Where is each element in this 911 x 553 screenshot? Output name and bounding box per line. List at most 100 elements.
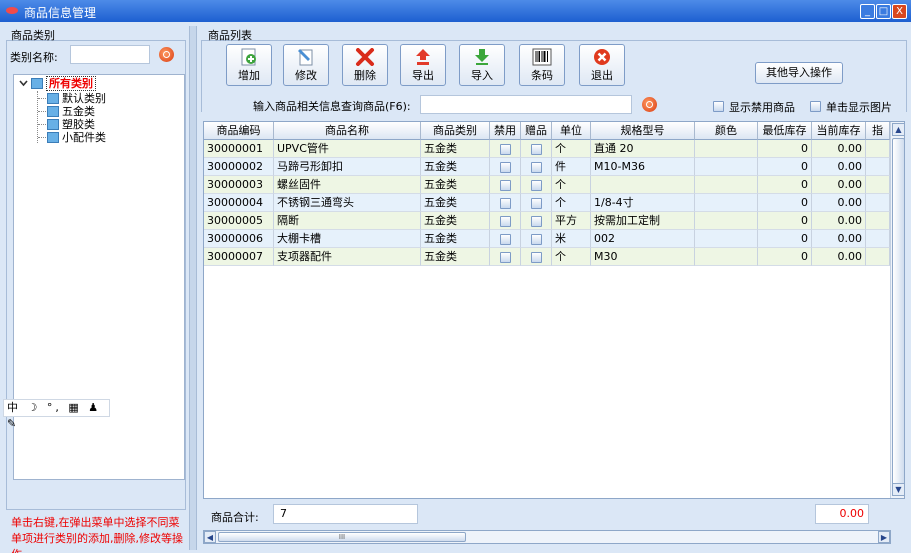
- grid-vertical-scroll-thumb[interactable]: [892, 138, 904, 488]
- column-header-unit[interactable]: 单位: [552, 122, 591, 140]
- minimize-button[interactable]: _: [860, 4, 875, 19]
- gift-checkbox[interactable]: [531, 234, 542, 245]
- cell-current-stock: 0.00: [812, 194, 866, 212]
- gift-checkbox[interactable]: [531, 180, 542, 191]
- column-header-min-stock[interactable]: 最低库存: [758, 122, 812, 140]
- scroll-up-arrow-icon[interactable]: ▲: [892, 123, 904, 136]
- delete-button[interactable]: 删除: [342, 44, 388, 86]
- cell-current-stock: 0.00: [812, 212, 866, 230]
- grid-vertical-scrollbar[interactable]: ▲ ▼: [890, 122, 904, 498]
- import-button-label: 导入: [471, 69, 493, 82]
- product-grid[interactable]: 商品编码 商品名称 商品类别 禁用 赠品 单位 规格型号 颜色 最低库存 当前库…: [203, 121, 905, 499]
- column-header-spec[interactable]: 规格型号: [591, 122, 695, 140]
- grid-horizontal-scrollbar[interactable]: ◀ III ▶: [203, 530, 891, 544]
- show-disabled-checkbox[interactable]: [713, 101, 724, 112]
- tree-node-small-parts[interactable]: 小配件类: [47, 131, 106, 144]
- tree-node-label: 五金类: [62, 105, 95, 118]
- column-header-name[interactable]: 商品名称: [274, 122, 421, 140]
- click-show-image-label: 单击显示图片: [826, 101, 892, 114]
- tree-node-plastic[interactable]: 塑胶类: [47, 118, 95, 131]
- import-arrow-down-icon: [475, 49, 489, 65]
- cell-disabled: [490, 140, 521, 158]
- show-disabled-label: 显示禁用商品: [729, 101, 795, 114]
- category-search-icon[interactable]: [159, 47, 174, 62]
- cell-code: 30000003: [204, 176, 274, 194]
- tree-node-root[interactable]: 所有类别: [31, 76, 96, 91]
- maximize-button[interactable]: □: [876, 4, 891, 19]
- cell-category: 五金类: [421, 230, 490, 248]
- click-show-image-checkbox[interactable]: [810, 101, 821, 112]
- cell-more: [866, 176, 890, 194]
- cell-code: 30000007: [204, 248, 274, 266]
- table-row[interactable]: 30000001 UPVC管件 五金类 个直通 20 0 0.00: [204, 140, 890, 158]
- disabled-checkbox[interactable]: [500, 144, 511, 155]
- title-bar: 商品信息管理 _ □ X: [0, 0, 911, 22]
- cell-category: 五金类: [421, 248, 490, 266]
- disabled-checkbox[interactable]: [500, 252, 511, 263]
- cell-gift: [521, 194, 552, 212]
- other-import-button[interactable]: 其他导入操作: [755, 62, 843, 84]
- exit-button[interactable]: 退出: [579, 44, 625, 86]
- column-header-code[interactable]: 商品编码: [204, 122, 274, 140]
- disabled-checkbox[interactable]: [500, 216, 511, 227]
- table-row[interactable]: 30000003 螺丝固件 五金类 个 0 0.00: [204, 176, 890, 194]
- window-title: 商品信息管理: [24, 6, 97, 20]
- delete-icon: [356, 48, 374, 66]
- column-header-current-stock[interactable]: 当前库存: [812, 122, 866, 140]
- gift-checkbox[interactable]: [531, 144, 542, 155]
- scroll-left-arrow-icon[interactable]: ◀: [204, 531, 216, 543]
- folder-icon: [31, 78, 43, 89]
- table-row[interactable]: 30000002 马蹄弓形卸扣 五金类 件 M10-M36 0 0.00: [204, 158, 890, 176]
- cell-current-stock: 0.00: [812, 140, 866, 158]
- disabled-checkbox[interactable]: [500, 180, 511, 191]
- table-row[interactable]: 30000007 支项器配件 五金类 个 M30 0 0.00: [204, 248, 890, 266]
- tree-branch: [38, 98, 46, 99]
- cell-min-stock: 0: [758, 248, 812, 266]
- scroll-right-arrow-icon[interactable]: ▶: [878, 531, 890, 543]
- close-button[interactable]: X: [892, 4, 907, 19]
- gift-checkbox[interactable]: [531, 216, 542, 227]
- cell-spec: M30: [591, 248, 695, 266]
- edit-button[interactable]: 修改: [283, 44, 329, 86]
- table-row[interactable]: 30000005 隔断 五金类 平方 按需加工定制 0 0.00: [204, 212, 890, 230]
- disabled-checkbox[interactable]: [500, 198, 511, 209]
- barcode-button[interactable]: 条码: [519, 44, 565, 86]
- cell-gift: [521, 212, 552, 230]
- chevron-down-icon[interactable]: [19, 79, 28, 88]
- tree-branch: [38, 137, 46, 138]
- ime-toolbar[interactable]: 中 ☽ °, ▦ ♟ ✎: [3, 399, 110, 430]
- category-name-input[interactable]: [70, 45, 150, 64]
- tree-node-default[interactable]: 默认类别: [47, 92, 106, 105]
- tree-node-hardware[interactable]: 五金类: [47, 105, 95, 118]
- grid-header-row: 商品编码 商品名称 商品类别 禁用 赠品 单位 规格型号 颜色 最低库存 当前库…: [204, 122, 890, 140]
- disabled-checkbox[interactable]: [500, 162, 511, 173]
- gift-checkbox[interactable]: [531, 252, 542, 263]
- gift-checkbox[interactable]: [531, 198, 542, 209]
- product-search-icon[interactable]: [642, 97, 657, 112]
- cell-unit: 个: [552, 176, 591, 194]
- cell-spec: [591, 176, 695, 194]
- import-button[interactable]: 导入: [459, 44, 505, 86]
- column-header-gift[interactable]: 赠品: [521, 122, 552, 140]
- panel-splitter[interactable]: [189, 26, 197, 550]
- cell-more: [866, 140, 890, 158]
- column-header-more[interactable]: 指: [866, 122, 890, 140]
- table-row[interactable]: 30000004 不锈钢三通弯头 五金类 个 1/8-4寸 0 0.00: [204, 194, 890, 212]
- grid-horizontal-scroll-thumb[interactable]: III: [218, 532, 466, 542]
- disabled-checkbox[interactable]: [500, 234, 511, 245]
- product-query-input[interactable]: [420, 95, 632, 114]
- cell-disabled: [490, 212, 521, 230]
- column-header-color[interactable]: 颜色: [695, 122, 758, 140]
- add-icon: [241, 48, 256, 66]
- gift-checkbox[interactable]: [531, 162, 542, 173]
- folder-icon: [47, 93, 59, 104]
- cell-color: [695, 140, 758, 158]
- category-tree[interactable]: 所有类别 默认类别 五金类 塑胶类 小配件类: [13, 74, 185, 480]
- table-row[interactable]: 30000006 大棚卡槽 五金类 米 002 0 0.00: [204, 230, 890, 248]
- scroll-down-arrow-icon[interactable]: ▼: [892, 483, 904, 496]
- cell-unit: 米: [552, 230, 591, 248]
- add-button[interactable]: 增加: [226, 44, 272, 86]
- column-header-category[interactable]: 商品类别: [421, 122, 490, 140]
- export-button[interactable]: 导出: [400, 44, 446, 86]
- column-header-disabled[interactable]: 禁用: [490, 122, 521, 140]
